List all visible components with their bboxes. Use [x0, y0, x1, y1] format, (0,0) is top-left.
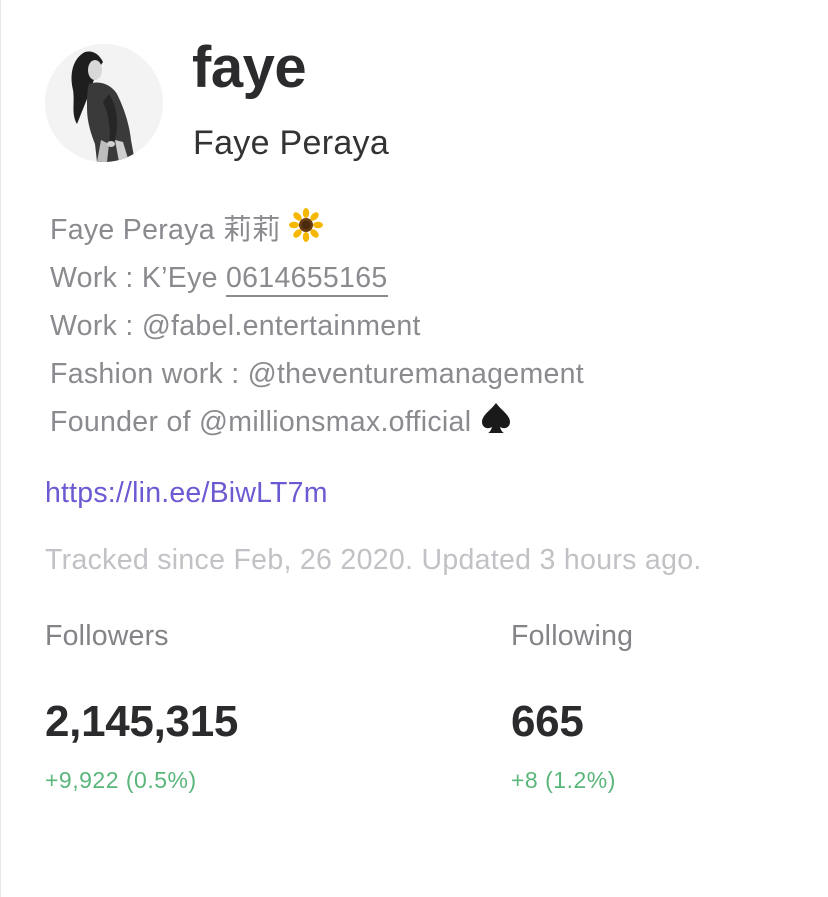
- following-count: 665: [511, 697, 584, 746]
- avatar[interactable]: [45, 44, 163, 162]
- bio-line-1-text: Faye Peraya 莉莉: [50, 214, 281, 247]
- username: faye: [192, 35, 307, 100]
- full-name: Faye Peraya: [193, 124, 390, 162]
- followers-count: 2,145,315: [45, 697, 239, 746]
- followers-stat: Followers 2,145,315 +9,922 (0.5%): [45, 620, 238, 794]
- bio-line-2: Work : K’Eye 0614655165: [50, 256, 810, 304]
- bio-line-5-text: Founder of @millionsmax.official: [50, 406, 472, 439]
- following-label: Following: [511, 620, 634, 652]
- sunflower-icon: [288, 208, 323, 255]
- bio-line-1: Faye Peraya 莉莉: [50, 208, 810, 256]
- bio-line-4: Fashion work : @theventuremanagement: [50, 358, 584, 390]
- bio-line-3: Work : @fabel.entertainment: [50, 310, 421, 342]
- bio: Faye Peraya 莉莉 Work: K’Eye 0614655165 W…: [50, 208, 810, 448]
- tracking-status: Tracked since Feb, 26 2020. Updated 3 ho…: [45, 544, 702, 576]
- followers-label: Followers: [45, 620, 169, 652]
- following-change: +8 (1.2%): [511, 767, 616, 793]
- external-link[interactable]: https://lin.ee/BiwLT7m: [45, 477, 328, 510]
- spade-icon: [479, 400, 513, 447]
- followers-change: +9,922 (0.5%): [45, 767, 197, 793]
- bio-line-5: Founder of @millionsmax.official: [50, 400, 810, 448]
- profile-card: faye Faye Peraya Faye Peraya 莉莉 Work: K…: [0, 0, 828, 897]
- following-stat: Following 665 +8 (1.2%): [511, 620, 633, 794]
- bio-line-2-text: Work : K’Eye: [50, 262, 226, 294]
- phone-number-link[interactable]: 0614655165: [226, 262, 388, 297]
- profile-photo-icon: [45, 44, 163, 162]
